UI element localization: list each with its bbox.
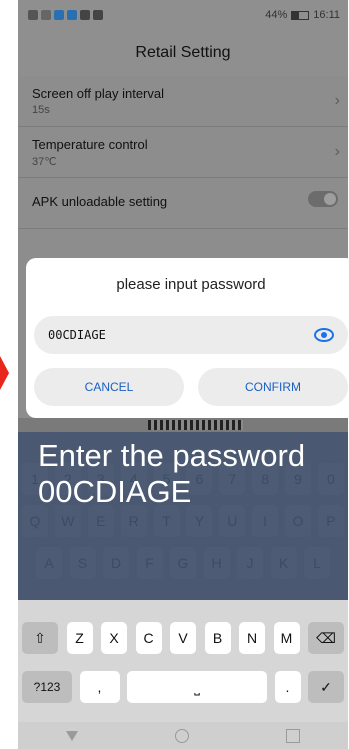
period-key[interactable]: . bbox=[274, 671, 301, 703]
back-icon[interactable] bbox=[66, 730, 79, 741]
setting-title: APK unloadable setting bbox=[32, 194, 168, 209]
app-icon bbox=[93, 10, 103, 20]
status-icons bbox=[28, 10, 103, 20]
wifi-icon bbox=[41, 10, 51, 20]
backspace-key-icon[interactable]: ⌫ bbox=[308, 622, 344, 654]
status-bar: 44% 16:11 bbox=[18, 0, 348, 30]
qr-code-fragment bbox=[148, 420, 243, 430]
password-value: 00CDIAGE bbox=[48, 328, 106, 342]
password-field[interactable]: 00CDIAGE bbox=[34, 316, 348, 354]
key[interactable]: B bbox=[204, 622, 231, 654]
key[interactable]: C bbox=[135, 622, 162, 654]
key[interactable]: N bbox=[239, 622, 265, 654]
check-key-icon[interactable]: ✓ bbox=[308, 671, 344, 703]
battery-percent: 44% bbox=[265, 9, 288, 21]
dialog-title: please input password bbox=[116, 276, 266, 293]
clock: 16:11 bbox=[313, 9, 340, 21]
setting-temperature-control[interactable]: Temperature control 37℃ › bbox=[18, 127, 348, 178]
chevron-right-icon: › bbox=[334, 143, 340, 160]
system-nav-bar bbox=[18, 722, 348, 749]
setting-title: Temperature control bbox=[32, 137, 148, 152]
key[interactable]: X bbox=[101, 622, 127, 654]
keyboard-row-z: ⇧ Z X C V B N M ⌫ bbox=[18, 621, 348, 655]
setting-title: Screen off play interval bbox=[32, 86, 164, 101]
instruction-text: Enter the password 00CDIAGE bbox=[38, 438, 306, 509]
page-title: Retail Setting bbox=[18, 30, 348, 76]
keyboard-row-bottom: ?123 , ⎵ . ✓ bbox=[18, 670, 348, 704]
key[interactable]: M bbox=[273, 622, 300, 654]
setting-value: 37℃ bbox=[32, 156, 57, 168]
notification-icon bbox=[28, 10, 38, 20]
battery-icon bbox=[291, 10, 310, 20]
app-icon bbox=[80, 10, 90, 20]
app-icon bbox=[67, 10, 77, 20]
password-dialog: please input password 00CDIAGE CANCEL CO… bbox=[26, 258, 349, 418]
home-icon[interactable] bbox=[174, 728, 189, 743]
key[interactable]: Z bbox=[66, 622, 93, 654]
space-key[interactable]: ⎵ bbox=[127, 671, 267, 703]
shift-key-icon[interactable]: ⇧ bbox=[22, 622, 58, 654]
apk-unloadable-toggle[interactable] bbox=[308, 191, 338, 207]
setting-apk-unloadable[interactable]: APK unloadable setting bbox=[18, 178, 348, 229]
eye-icon[interactable] bbox=[314, 328, 334, 342]
setting-value: 15s bbox=[32, 104, 50, 116]
key[interactable]: V bbox=[170, 622, 196, 654]
recents-icon[interactable] bbox=[285, 728, 300, 743]
comma-key[interactable]: , bbox=[79, 671, 120, 703]
cancel-button[interactable]: CANCEL bbox=[34, 368, 184, 406]
symbols-key[interactable]: ?123 bbox=[22, 671, 72, 703]
status-right: 44% 16:11 bbox=[265, 9, 340, 21]
setting-screen-off-interval[interactable]: Screen off play interval 15s › bbox=[18, 76, 348, 127]
chevron-right-icon: › bbox=[334, 92, 340, 109]
confirm-button[interactable]: CONFIRM bbox=[198, 368, 348, 406]
red-arrow-pointer bbox=[0, 356, 9, 390]
instruction-overlay: Enter the password 00CDIAGE bbox=[18, 432, 348, 600]
app-icon bbox=[54, 10, 64, 20]
